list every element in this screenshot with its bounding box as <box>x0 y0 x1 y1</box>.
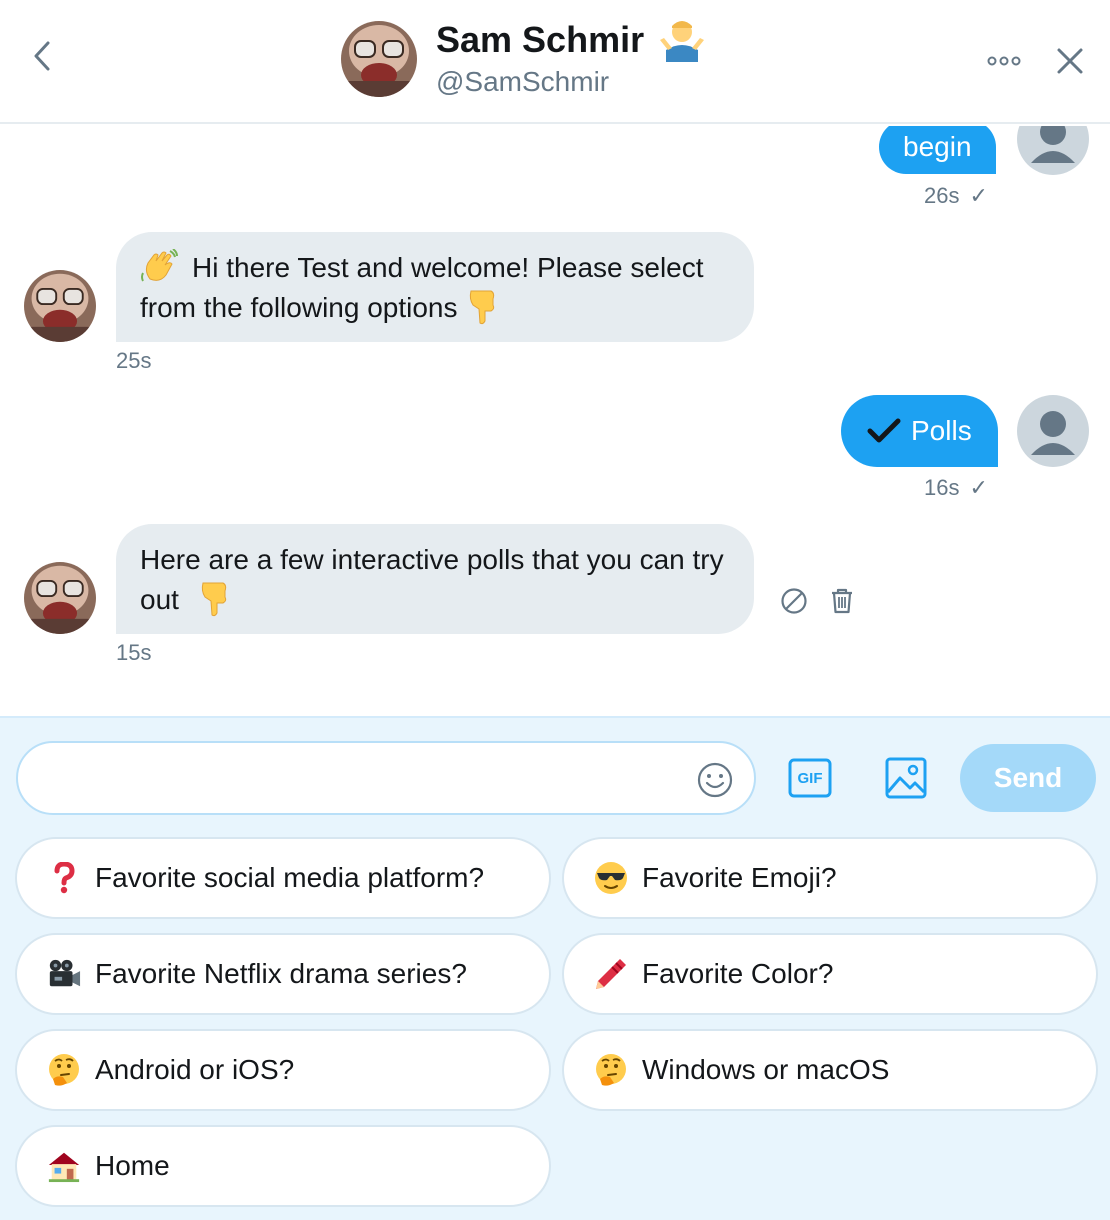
add-image-button[interactable] <box>884 756 928 800</box>
message-text: begin <box>903 131 972 162</box>
image-icon <box>885 757 927 799</box>
sent-check-icon: ✓ <box>969 475 988 500</box>
checkmark-icon <box>867 418 901 443</box>
quick-reply-label: Android or iOS? <box>95 1054 295 1085</box>
message-text-line: from the following options <box>140 292 458 323</box>
message-bubble-incoming[interactable]: Hi there Test and welcome! Please select… <box>116 232 754 342</box>
quick-reply-option[interactable]: Favorite Netflix drama series? <box>15 933 551 1015</box>
avatar[interactable] <box>24 270 96 342</box>
gif-label: GIF <box>797 769 823 787</box>
report-message-button[interactable] <box>778 585 810 617</box>
message-timestamp: 26s ✓ <box>924 183 988 208</box>
quick-reply-label: Favorite Netflix drama series? <box>95 958 467 989</box>
quick-reply-option[interactable]: Favorite Color? <box>562 933 1098 1015</box>
avatar[interactable] <box>1017 126 1089 175</box>
smiley-icon <box>697 762 733 798</box>
gif-button[interactable]: GIF <box>788 758 832 798</box>
block-icon <box>781 588 807 614</box>
avatar[interactable] <box>24 562 96 634</box>
quick-reply-label: Favorite Emoji? <box>642 862 837 893</box>
quick-reply-option[interactable]: Windows or macOS <box>562 1029 1098 1111</box>
conversation-header: Sam Schmir @SamSchmir <box>0 0 1110 124</box>
message-timestamp: 15s <box>116 640 152 665</box>
thinking-face-icon <box>594 1053 628 1087</box>
send-button[interactable]: Send <box>960 744 1096 812</box>
close-button[interactable] <box>1050 41 1090 81</box>
back-button[interactable] <box>22 36 62 76</box>
trash-icon <box>832 588 852 614</box>
message-text-line: Hi there Test and welcome! Please select <box>192 252 704 283</box>
emoji-picker-button[interactable] <box>696 761 734 799</box>
quick-reply-option[interactable]: Favorite social media platform? <box>15 837 551 919</box>
quick-reply-label: Favorite Color? <box>642 958 834 989</box>
chevron-left-icon <box>34 41 50 71</box>
sent-check-icon: ✓ <box>969 183 988 208</box>
message-input-box[interactable] <box>16 741 756 815</box>
user-handle: @SamSchmir <box>436 66 610 97</box>
question-mark-icon <box>47 861 81 895</box>
default-avatar-icon <box>1031 126 1075 163</box>
pointing-down-icon <box>470 290 495 324</box>
thinking-face-icon <box>47 1053 81 1087</box>
message-bubble-incoming[interactable]: Here are a few interactive polls that yo… <box>116 524 754 634</box>
name-row: Sam Schmir <box>436 18 706 62</box>
house-icon <box>47 1149 81 1183</box>
more-dots-icon <box>987 56 1021 66</box>
display-name: Sam Schmir <box>436 19 645 60</box>
message-text: Polls <box>911 415 972 446</box>
more-options-button[interactable] <box>984 44 1024 78</box>
message-text-line: out <box>140 584 179 615</box>
delete-message-button[interactable] <box>826 585 858 617</box>
close-icon <box>1057 48 1083 74</box>
quick-reply-option[interactable]: Android or iOS? <box>15 1029 551 1111</box>
message-input[interactable] <box>44 759 684 799</box>
shrug-emoji-icon <box>660 21 705 62</box>
quick-reply-label: Home <box>95 1150 170 1181</box>
message-text-line: Here are a few interactive polls that yo… <box>140 544 724 575</box>
message-bubble-outgoing[interactable]: Polls <box>841 395 998 467</box>
movie-camera-icon <box>47 957 81 991</box>
crayon-icon <box>594 957 628 991</box>
quick-reply-option[interactable]: Favorite Emoji? <box>562 837 1098 919</box>
default-avatar-icon <box>1031 411 1075 455</box>
message-list: begin 26s ✓ Hi there Test and welcome! P… <box>0 126 1110 716</box>
message-bubble-outgoing[interactable]: begin <box>879 126 996 174</box>
profile-photo <box>341 21 417 97</box>
avatar[interactable] <box>341 21 417 97</box>
profile-photo <box>24 270 96 342</box>
avatar[interactable] <box>1017 395 1089 467</box>
message-timestamp: 25s <box>116 348 152 373</box>
pointing-down-icon <box>201 582 226 616</box>
sunglasses-face-icon <box>594 861 628 895</box>
profile-photo <box>24 562 96 634</box>
quick-reply-label: Windows or macOS <box>642 1054 890 1085</box>
quick-reply-option[interactable]: Home <box>15 1125 551 1207</box>
quick-reply-label: Favorite social media platform? <box>95 862 485 893</box>
composer-panel: GIF Send Favorite social media platform?… <box>0 716 1110 1220</box>
message-timestamp: 16s ✓ <box>924 475 988 500</box>
waving-hand-icon <box>141 248 178 282</box>
